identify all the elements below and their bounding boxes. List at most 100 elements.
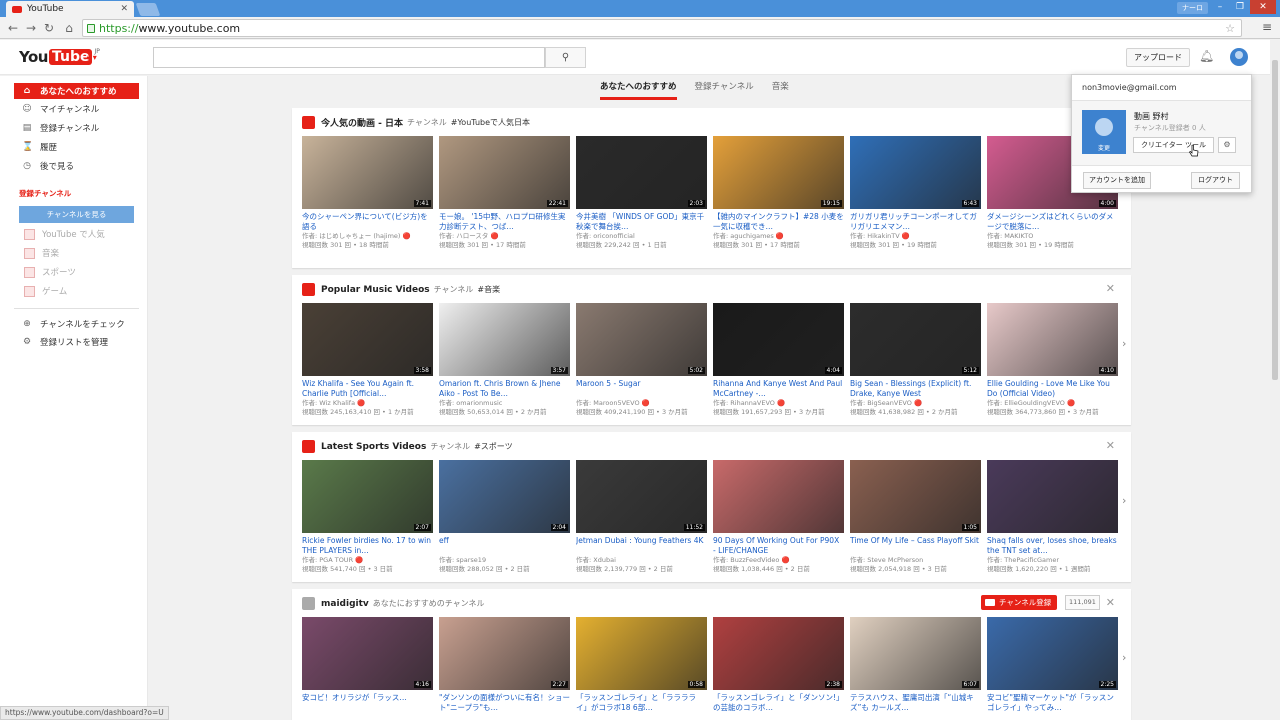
search-button[interactable]: ⚲ bbox=[545, 47, 586, 68]
dismiss-shelf-icon[interactable]: ✕ bbox=[1106, 282, 1115, 295]
video-thumbnail[interactable]: 19:15 bbox=[713, 136, 844, 209]
video-channel[interactable]: 作者: Wiz Khalifa 🔴 bbox=[302, 399, 433, 408]
video-thumbnail[interactable]: 2:04 bbox=[439, 460, 570, 533]
search-input[interactable] bbox=[153, 47, 545, 68]
sidebar-item-subscriptions[interactable]: ▤ 登録チャンネル bbox=[14, 120, 139, 136]
sidebar-item-watch-later[interactable]: ◷ 後で見る bbox=[14, 158, 139, 174]
account-settings-gear-icon[interactable]: ⚙ bbox=[1218, 137, 1236, 153]
video-thumbnail[interactable]: 2:07 bbox=[302, 460, 433, 533]
video-title[interactable]: Jetman Dubai : Young Feathers 4K bbox=[576, 536, 707, 556]
video-thumbnail[interactable]: 4:10 bbox=[987, 303, 1118, 376]
upload-button[interactable]: アップロード bbox=[1126, 48, 1190, 67]
video-card[interactable]: Shaq falls over, loses shoe, breaks the … bbox=[987, 460, 1118, 574]
video-title[interactable]: eff bbox=[439, 536, 570, 556]
video-channel[interactable]: 作者: HikakinTV 🔴 bbox=[850, 232, 981, 241]
shelf-hashtag[interactable]: #音楽 bbox=[477, 284, 500, 295]
video-title[interactable]: 安コビ"聖精マーケット"が「ラッスンゴレライ」やってみ… bbox=[987, 693, 1118, 713]
video-title[interactable]: Wiz Khalifa - See You Again ft. Charlie … bbox=[302, 379, 433, 399]
video-title[interactable]: Maroon 5 - Sugar bbox=[576, 379, 707, 399]
shelf-title[interactable]: Popular Music Videos チャンネル #音楽 bbox=[302, 283, 500, 296]
sidebar-item-recommended[interactable]: ⌂ あなたへのおすすめ bbox=[14, 83, 139, 99]
video-card[interactable]: 0:58 「ラッスンゴレライ」と「ラララライ」がコラボ18 6部… bbox=[576, 617, 707, 713]
bookmark-star-icon[interactable]: ☆ bbox=[1225, 22, 1235, 35]
guide-menu-icon[interactable]: ≡▾ bbox=[86, 53, 100, 62]
home-button-icon[interactable]: ⌂ bbox=[62, 20, 76, 36]
video-card[interactable]: 6:07 テラスハウス、聖庸司出演「“山城キズ”も カールズ… bbox=[850, 617, 981, 713]
video-thumbnail[interactable] bbox=[713, 460, 844, 533]
video-channel[interactable]: 作者: RihannaVEVO 🔴 bbox=[713, 399, 844, 408]
account-avatar[interactable] bbox=[1230, 48, 1248, 66]
video-channel[interactable]: 作者: Xdubai bbox=[576, 556, 707, 565]
tab-music[interactable]: 音楽 bbox=[772, 80, 789, 100]
video-thumbnail[interactable]: 6:07 bbox=[850, 617, 981, 690]
sidebar-item-manage-subscriptions[interactable]: ⚙ 登録リストを管理 bbox=[14, 334, 139, 350]
address-bar[interactable]: https:// www.youtube.com ☆ bbox=[82, 19, 1242, 37]
video-card[interactable]: 6:43 ガリガリ君リッチコーンポーオしてガリガリエメマン… 作者: Hikakin… bbox=[850, 136, 981, 250]
video-title[interactable]: ダメージシーンズはどれくらいのダメージで脱落に… bbox=[987, 212, 1118, 232]
video-channel[interactable]: 作者: ハロースタ 🔴 bbox=[439, 232, 570, 241]
video-thumbnail[interactable]: 11:52 bbox=[576, 460, 707, 533]
shelf-title[interactable]: maidigitv あなたにおすすめのチャンネル bbox=[302, 597, 489, 610]
video-title[interactable]: 今のシャーペン界について(ビジ方)を語る bbox=[302, 212, 433, 232]
dismiss-shelf-icon[interactable]: ✕ bbox=[1106, 439, 1115, 452]
video-card[interactable]: 2:03 今井美樹 「WINDS OF GOD」東京千秋楽で舞台挨… 作者: ori… bbox=[576, 136, 707, 250]
video-thumbnail[interactable]: 7:41 bbox=[302, 136, 433, 209]
video-card[interactable]: 22:41 モー娘。 '15中野、ハロプロ研修生実力診断テスト、つば… 作者: ハロ… bbox=[439, 136, 570, 250]
video-card[interactable]: 2:38 「ラッスンゴレライ」と「ダンソン!」の芸能のコラボ… bbox=[713, 617, 844, 713]
video-thumbnail[interactable]: 2:27 bbox=[439, 617, 570, 690]
video-card[interactable]: 19:15 【雑内のマインクラフト】#28 小麦を一気に収穫でき… 作者: aguc… bbox=[713, 136, 844, 250]
back-icon[interactable]: ← bbox=[6, 20, 20, 36]
video-card[interactable]: 4:04 Rihanna And Kanye West And Paul McCa… bbox=[713, 303, 844, 417]
tab-recommended[interactable]: あなたへのおすすめ bbox=[600, 80, 677, 100]
video-title[interactable]: 90 Days Of Working Out For P90X - LIFE/C… bbox=[713, 536, 844, 556]
shelf-title[interactable]: Latest Sports Videos チャンネル #スポーツ bbox=[302, 440, 513, 453]
video-channel[interactable]: 作者: EllieGouldingVEVO 🔴 bbox=[987, 399, 1118, 408]
shelf-next-arrow-icon[interactable]: › bbox=[1122, 494, 1126, 507]
video-thumbnail[interactable]: 1:05 bbox=[850, 460, 981, 533]
shelf-next-arrow-icon[interactable]: › bbox=[1122, 337, 1126, 350]
video-card[interactable]: 4:10 Ellie Goulding - Love Me Like You Do… bbox=[987, 303, 1118, 417]
subscribe-button[interactable]: チャンネル登録 bbox=[981, 595, 1058, 610]
video-title[interactable]: Rickie Fowler birdies No. 17 to win THE … bbox=[302, 536, 433, 556]
video-thumbnail[interactable]: 22:41 bbox=[439, 136, 570, 209]
video-title[interactable]: Rihanna And Kanye West And Paul McCartne… bbox=[713, 379, 844, 399]
video-card[interactable]: 90 Days Of Working Out For P90X - LIFE/C… bbox=[713, 460, 844, 574]
video-channel[interactable]: 作者: BuzzFeedVideo 🔴 bbox=[713, 556, 844, 565]
video-card[interactable]: 4:16 安コビ！オリラジが「ラッス… bbox=[302, 617, 433, 713]
forward-icon[interactable]: → bbox=[24, 20, 38, 36]
sidebar-item-browse-channels[interactable]: ⊕ チャンネルをチェック bbox=[14, 316, 139, 332]
page-scrollbar[interactable] bbox=[1270, 40, 1280, 720]
video-thumbnail[interactable]: 4:04 bbox=[713, 303, 844, 376]
add-account-button[interactable]: アカウントを追加 bbox=[1083, 172, 1151, 189]
video-card[interactable]: 3:57 Omarion ft. Chris Brown & Jhene Aiko… bbox=[439, 303, 570, 417]
video-thumbnail[interactable]: 0:58 bbox=[576, 617, 707, 690]
scrollbar-thumb[interactable] bbox=[1272, 60, 1278, 380]
video-card[interactable]: 2:04 eff 作者: sparse19 視聴回数 288,052 回 • 2 日前 bbox=[439, 460, 570, 574]
video-card[interactable]: 11:52 Jetman Dubai : Young Feathers 4K 作者:… bbox=[576, 460, 707, 574]
video-thumbnail[interactable]: 2:38 bbox=[713, 617, 844, 690]
reload-icon[interactable]: ↻ bbox=[42, 20, 56, 36]
sidebar-sub-popular[interactable]: YouTube で人気 bbox=[24, 228, 105, 240]
video-thumbnail[interactable]: 3:57 bbox=[439, 303, 570, 376]
video-card[interactable]: 7:41 今のシャーペン界について(ビジ方)を語る 作者: はじめしゃちょー (ha… bbox=[302, 136, 433, 250]
shelf-next-arrow-icon[interactable]: › bbox=[1122, 651, 1126, 664]
video-channel[interactable]: 作者: PGA TOUR 🔴 bbox=[302, 556, 433, 565]
video-title[interactable]: Shaq falls over, loses shoe, breaks the … bbox=[987, 536, 1118, 556]
tab-subscriptions[interactable]: 登録チャンネル bbox=[695, 80, 754, 100]
sidebar-sub-sports[interactable]: スポーツ bbox=[24, 266, 76, 278]
dismiss-shelf-icon[interactable]: ✕ bbox=[1106, 596, 1115, 609]
maximize-icon[interactable]: ❐ bbox=[1230, 0, 1250, 14]
minimize-icon[interactable]: – bbox=[1210, 0, 1230, 14]
browse-channels-button[interactable]: チャンネルを見る bbox=[19, 206, 134, 223]
tab-close-icon[interactable]: ✕ bbox=[120, 4, 128, 14]
video-card[interactable]: 2:27 "ダンソンの面様がついに有名！ショート"ニープラ"も… bbox=[439, 617, 570, 713]
browser-tab[interactable]: YouTube ✕ bbox=[6, 1, 134, 17]
video-thumbnail[interactable]: 5:02 bbox=[576, 303, 707, 376]
video-channel[interactable]: 作者: sparse19 bbox=[439, 556, 570, 565]
browser-user-badge[interactable]: ナーロ bbox=[1177, 2, 1208, 14]
video-channel[interactable]: 作者: Maroon5VEVO 🔴 bbox=[576, 399, 707, 408]
video-thumbnail[interactable] bbox=[987, 460, 1118, 533]
new-tab-button[interactable] bbox=[135, 3, 161, 16]
video-card[interactable]: 2:07 Rickie Fowler birdies No. 17 to win … bbox=[302, 460, 433, 574]
video-channel[interactable]: 作者: はじめしゃちょー (hajime) 🔴 bbox=[302, 232, 433, 241]
